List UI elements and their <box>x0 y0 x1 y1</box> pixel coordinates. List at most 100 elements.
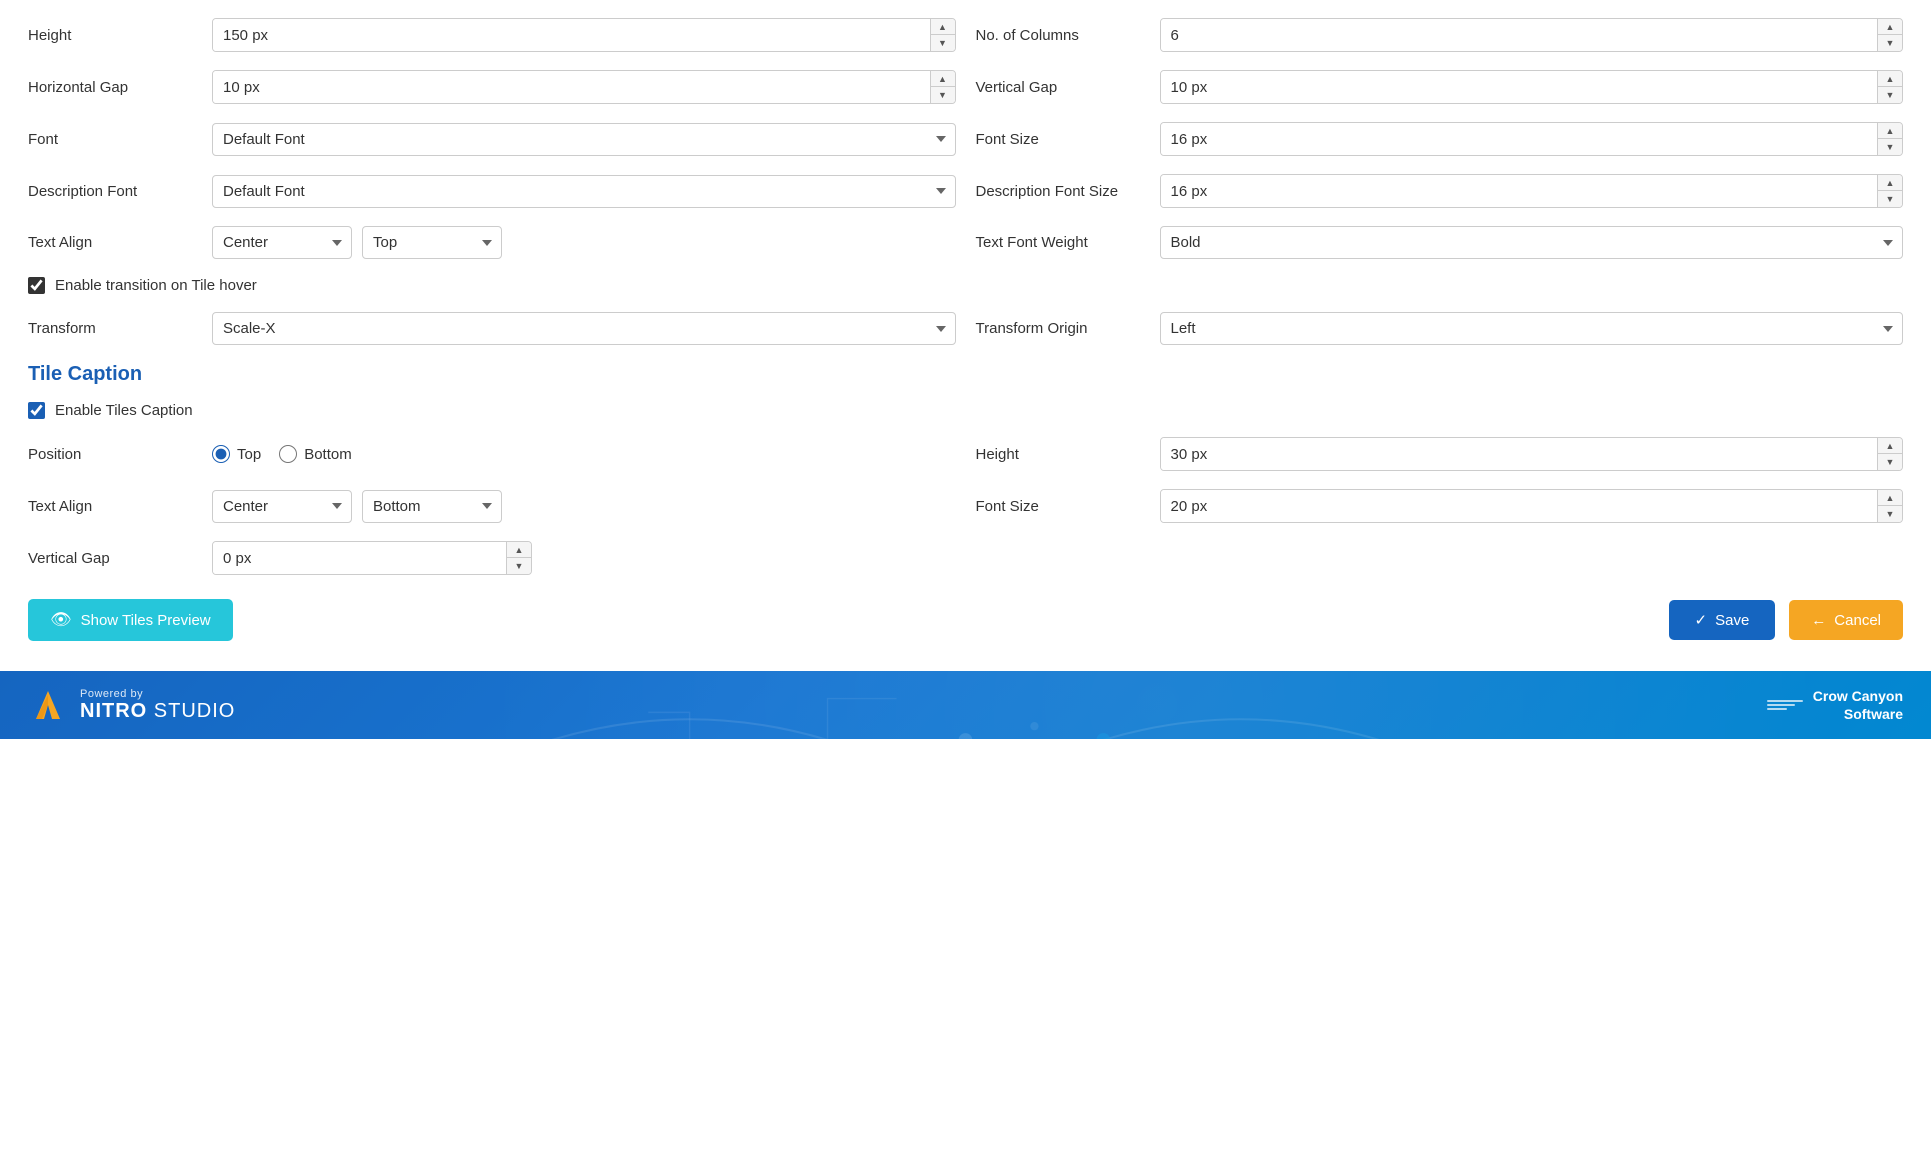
caption-font-size-up[interactable]: ▲ <box>1878 490 1902 506</box>
transform-origin-label: Transform Origin <box>976 320 1146 337</box>
columns-input[interactable] <box>1161 19 1878 51</box>
height-spinner-btns: ▲ ▼ <box>930 19 955 51</box>
enable-caption-label[interactable]: Enable Tiles Caption <box>55 402 193 419</box>
caption-v-gap-down[interactable]: ▼ <box>507 558 531 574</box>
caption-font-size-btns: ▲ ▼ <box>1877 490 1902 522</box>
h-gap-wrap: ▲ ▼ <box>212 70 956 104</box>
font-size-label: Font Size <box>976 131 1146 148</box>
font-weight-select[interactable]: Bold Normal Lighter Bolder <box>1160 226 1904 259</box>
enable-caption-row: Enable Tiles Caption <box>28 402 1903 419</box>
position-top-option[interactable]: Top <box>212 445 261 463</box>
columns-down-btn[interactable]: ▼ <box>1878 35 1902 51</box>
position-bottom-radio[interactable] <box>279 445 297 463</box>
preview-button[interactable]: 👁 Show Tiles Preview <box>28 599 233 641</box>
row-transform: Transform Scale-X Scale-Y Scale-XY Rotat… <box>28 312 1903 345</box>
caption-v-gap-wrap: ▲ ▼ <box>212 541 956 575</box>
v-gap-up[interactable]: ▲ <box>1878 71 1902 87</box>
columns-input-wrap: ▲ ▼ <box>1160 18 1904 52</box>
h-gap-input[interactable] <box>213 71 930 103</box>
nitro-logo-icon <box>28 685 68 725</box>
h-gap-btns: ▲ ▼ <box>930 71 955 103</box>
caption-height-wrap: ▲ ▼ <box>1160 437 1904 471</box>
nitro-word: NITRO <box>80 700 147 722</box>
group-desc-font: Description Font Default Font Arial Verd… <box>28 175 956 208</box>
desc-font-size-spinner[interactable]: ▲ ▼ <box>1160 174 1904 208</box>
font-label: Font <box>28 131 198 148</box>
v-gap-spinner[interactable]: ▲ ▼ <box>1160 70 1904 104</box>
caption-v-gap-btns: ▲ ▼ <box>506 542 531 574</box>
desc-font-size-input[interactable] <box>1161 175 1878 207</box>
save-label: Save <box>1715 612 1749 629</box>
v-gap-down[interactable]: ▼ <box>1878 87 1902 103</box>
columns-spinner[interactable]: ▲ ▼ <box>1160 18 1904 52</box>
software-label: Software <box>1844 706 1903 722</box>
caption-v-gap-input[interactable] <box>213 542 506 574</box>
row-caption-vertical-gap: Vertical Gap ▲ ▼ <box>28 541 1903 575</box>
caption-font-size-spinner[interactable]: ▲ ▼ <box>1160 489 1904 523</box>
h-gap-up[interactable]: ▲ <box>931 71 955 87</box>
group-height: Height ▲ ▼ <box>28 18 956 52</box>
row-caption-textalign-fontsize: Text Align Center Left Right Bottom Top … <box>28 489 1903 523</box>
font-wrap: Default Font Arial Verdana <box>212 123 956 156</box>
height-up-btn[interactable]: ▲ <box>931 19 955 35</box>
v-gap-input[interactable] <box>1161 71 1878 103</box>
caption-v-gap-spinner[interactable]: ▲ ▼ <box>212 541 532 575</box>
height-input[interactable] <box>213 19 930 51</box>
caption-height-up[interactable]: ▲ <box>1878 438 1902 454</box>
cancel-button[interactable]: ← Cancel <box>1789 600 1903 640</box>
caption-font-size-wrap: ▲ ▼ <box>1160 489 1904 523</box>
caption-text-align-pair: Center Left Right Bottom Top Middle <box>212 490 956 523</box>
height-spinner[interactable]: ▲ ▼ <box>212 18 956 52</box>
text-align-label: Text Align <box>28 234 198 251</box>
font-size-up[interactable]: ▲ <box>1878 123 1902 139</box>
desc-font-size-up[interactable]: ▲ <box>1878 175 1902 191</box>
footer-bar: Powered by NITRO STUDIO Crow Canyon Soft… <box>0 671 1931 739</box>
group-columns: No. of Columns ▲ ▼ <box>976 18 1904 52</box>
caption-height-input[interactable] <box>1161 438 1878 470</box>
font-select[interactable]: Default Font Arial Verdana <box>212 123 956 156</box>
caption-text-align-label: Text Align <box>28 498 198 515</box>
save-button[interactable]: ✓ Save <box>1669 600 1776 640</box>
caption-font-size-input[interactable] <box>1161 490 1878 522</box>
position-radio-group: Top Bottom <box>212 445 956 463</box>
transform-origin-wrap: Left Right Center Top Bottom <box>1160 312 1904 345</box>
text-align-h-select[interactable]: Center Left Right <box>212 226 352 259</box>
enable-caption-checkbox[interactable] <box>28 402 45 419</box>
nitro-text: Powered by NITRO STUDIO <box>80 688 235 722</box>
columns-label: No. of Columns <box>976 27 1146 44</box>
caption-height-btns: ▲ ▼ <box>1877 438 1902 470</box>
caption-v-gap-up[interactable]: ▲ <box>507 542 531 558</box>
position-top-radio[interactable] <box>212 445 230 463</box>
row-height-columns: Height ▲ ▼ No. of Columns ▲ ▼ <box>28 18 1903 52</box>
group-transform-origin: Transform Origin Left Right Center Top B… <box>976 312 1904 345</box>
position-wrap: Top Bottom <box>212 445 956 463</box>
position-bottom-option[interactable]: Bottom <box>279 445 352 463</box>
height-input-wrap: ▲ ▼ <box>212 18 956 52</box>
desc-font-select[interactable]: Default Font Arial Verdana <box>212 175 956 208</box>
group-font-weight: Text Font Weight Bold Normal Lighter Bol… <box>976 226 1904 259</box>
group-h-gap: Horizontal Gap ▲ ▼ <box>28 70 956 104</box>
columns-up-btn[interactable]: ▲ <box>1878 19 1902 35</box>
caption-height-spinner[interactable]: ▲ ▼ <box>1160 437 1904 471</box>
circuit-decoration <box>0 671 1931 739</box>
h-gap-down[interactable]: ▼ <box>931 87 955 103</box>
h-gap-spinner[interactable]: ▲ ▼ <box>212 70 956 104</box>
font-size-spinner[interactable]: ▲ ▼ <box>1160 122 1904 156</box>
enable-transition-label[interactable]: Enable transition on Tile hover <box>55 277 257 294</box>
font-size-input[interactable] <box>1161 123 1878 155</box>
caption-height-label: Height <box>976 446 1146 463</box>
check-icon: ✓ <box>1695 611 1708 629</box>
caption-height-down[interactable]: ▼ <box>1878 454 1902 470</box>
caption-text-align-v-select[interactable]: Bottom Top Middle <box>362 490 502 523</box>
desc-font-size-down[interactable]: ▼ <box>1878 191 1902 207</box>
preview-label: Show Tiles Preview <box>81 612 211 629</box>
height-down-btn[interactable]: ▼ <box>931 35 955 51</box>
font-size-down[interactable]: ▼ <box>1878 139 1902 155</box>
enable-transition-checkbox[interactable] <box>28 277 45 294</box>
text-align-v-select[interactable]: Top Middle Bottom <box>362 226 502 259</box>
transform-origin-select[interactable]: Left Right Center Top Bottom <box>1160 312 1904 345</box>
caption-font-size-down[interactable]: ▼ <box>1878 506 1902 522</box>
caption-text-align-h-select[interactable]: Center Left Right <box>212 490 352 523</box>
main-content: Height ▲ ▼ No. of Columns ▲ ▼ <box>0 0 1931 671</box>
transform-select[interactable]: Scale-X Scale-Y Scale-XY Rotate None <box>212 312 956 345</box>
